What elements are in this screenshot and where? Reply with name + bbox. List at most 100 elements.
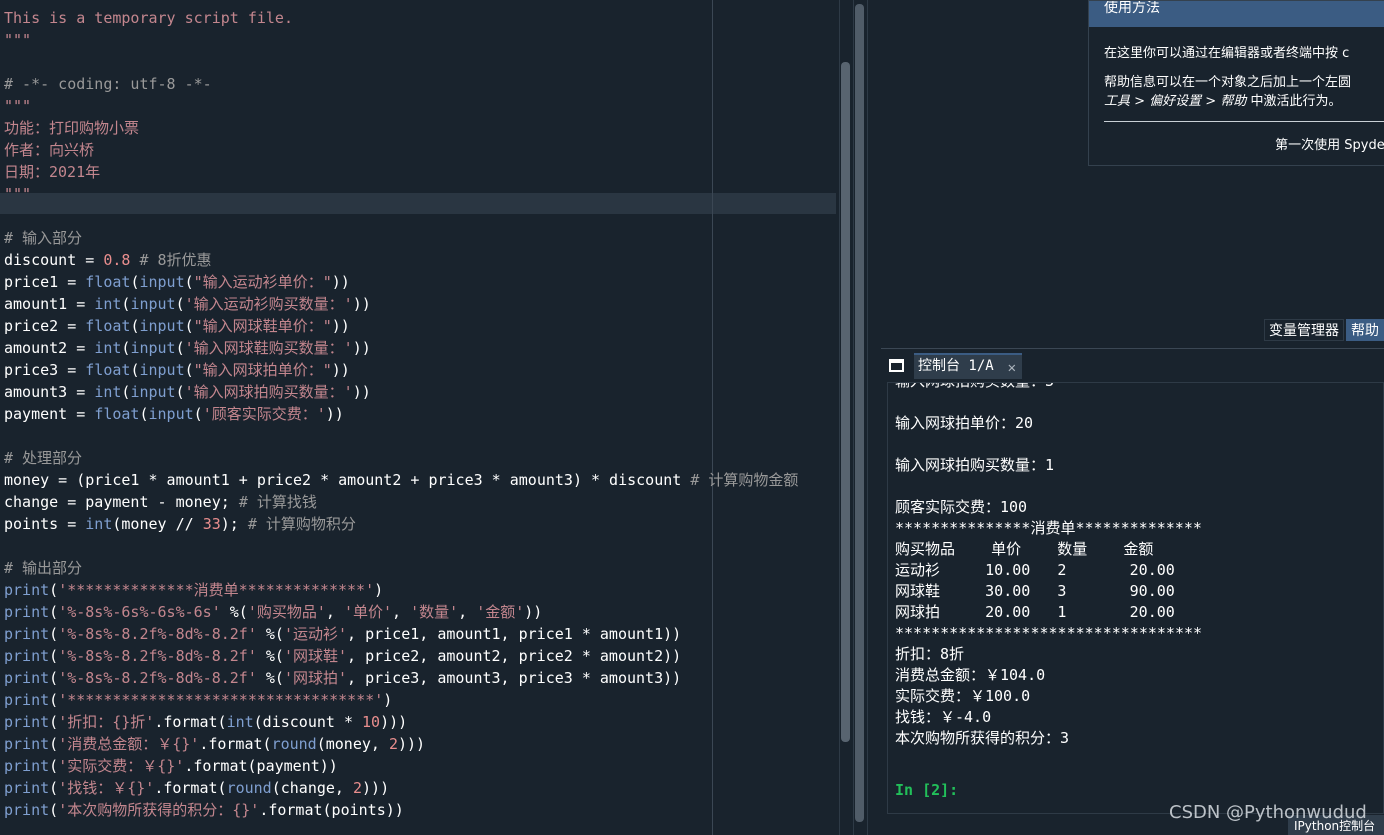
tab-help[interactable]: 帮助: [1346, 319, 1384, 341]
code-token: (: [184, 317, 194, 335]
code-token: float: [85, 361, 131, 379]
code-line: amount1 = int(input('输入运动衫购买数量：')): [4, 293, 798, 315]
code-token: payment =: [4, 405, 95, 423]
code-editor[interactable]: This is a temporary script file. """ # -*…: [0, 0, 838, 835]
code-token: )): [352, 383, 371, 401]
help-preferences-path: 工具 > 偏好设置 > 帮助: [1104, 94, 1247, 109]
console-tabbar: 控制台 1/A ✕: [881, 348, 1384, 380]
code-token: (change,: [271, 779, 353, 797]
code-token: .format(: [154, 713, 227, 731]
code-line: points = int(money // 33); # 计算购物积分: [4, 513, 798, 535]
tab-console-1[interactable]: 控制台 1/A ✕: [914, 353, 1022, 379]
help-pane: 使用方法 在这里你可以通过在编辑器或者终端中按 c 帮助信息可以在一个对象之后加…: [881, 0, 1384, 345]
tab-variable-explorer[interactable]: 变量管理器: [1264, 319, 1344, 341]
code-token: '金额': [476, 603, 525, 621]
code-token: round: [226, 779, 272, 797]
code-line: amount3 = int(input('输入网球拍购买数量：')): [4, 381, 798, 403]
code-token: price3 =: [4, 361, 86, 379]
code-token: int: [226, 713, 254, 731]
code-token: # -*- coding: utf-8 -*-: [4, 75, 212, 93]
code-token: (: [175, 383, 185, 401]
console-line: 购买物品 单价 数量 金额: [895, 540, 1154, 558]
code-token: int: [94, 339, 122, 357]
code-token: "输入网球鞋单价：": [193, 317, 332, 335]
code-line: # 输入部分: [4, 227, 798, 249]
help-line-1: 在这里你可以通过在编辑器或者终端中按 c: [1104, 46, 1350, 61]
console-line: 输入网球拍购买数量：3: [895, 383, 1202, 391]
code-token: '购买物品': [247, 603, 326, 621]
code-token: '本次购物所获得的积分：{}': [58, 801, 260, 819]
code-token: .format(: [199, 735, 272, 753]
help-title: 使用方法: [1089, 1, 1384, 27]
code-token: '%-8s%-8.2f%-8d%-8.2f': [58, 669, 257, 687]
code-line: print('本次购物所获得的积分：{}'.format(points)): [4, 799, 798, 821]
console-line: ***************消费单**************: [895, 519, 1202, 537]
pane-splitter[interactable]: [867, 0, 881, 835]
code-line: print('找钱：￥{}'.format(round(change, 2))): [4, 777, 798, 799]
code-token: (money,: [316, 735, 389, 753]
code-token: input: [130, 383, 176, 401]
code-line: # 输出部分: [4, 557, 798, 579]
code-token: float: [94, 405, 140, 423]
code-token: (: [49, 603, 59, 621]
code-token: %(: [256, 647, 284, 665]
code-token: print: [4, 691, 50, 709]
code-token: 10: [362, 713, 381, 731]
code-token: ))): [380, 713, 408, 731]
code-token: print: [4, 581, 50, 599]
code-token: .format(points)): [259, 801, 404, 819]
first-time-link[interactable]: 第一次使用 Spyder?: [1275, 134, 1384, 153]
editor-outer-scrollbar-thumb[interactable]: [855, 4, 864, 822]
console-options-icon[interactable]: [889, 359, 904, 372]
code-line: change = payment - money; # 计算找钱: [4, 491, 798, 513]
code-token: input: [139, 273, 185, 291]
code-token: int: [94, 295, 122, 313]
code-token: )): [331, 317, 350, 335]
code-token: # 计算找钱: [238, 493, 317, 511]
code-token: '实际交费：￥{}': [58, 757, 185, 775]
code-token: input: [130, 295, 176, 313]
code-line: price3 = float(input("输入网球拍单价：")): [4, 359, 798, 381]
code-token: (: [175, 339, 185, 357]
code-token: print: [4, 603, 50, 621]
close-icon[interactable]: ✕: [1008, 357, 1016, 379]
code-token: (money //: [112, 515, 203, 533]
code-line: price1 = float(input("输入运动衫单价：")): [4, 271, 798, 293]
code-token: "输入运动衫单价：": [193, 273, 332, 291]
code-token: print: [4, 801, 50, 819]
pane-tabs: 变量管理器 帮助: [1262, 319, 1384, 343]
code-token: ,: [325, 603, 344, 621]
console-prompt: In [2]:: [895, 781, 959, 799]
code-token: '单价': [343, 603, 393, 621]
code-token: change = payment - money;: [4, 493, 239, 511]
code-line: print('%-8s%-8.2f%-8d%-8.2f' %('网球拍', pr…: [4, 667, 798, 689]
code-token: )): [524, 603, 543, 621]
code-token: # 8折优惠: [130, 251, 212, 269]
code-token: '数量': [410, 603, 459, 621]
watermark: CSDN @Pythonwudud: [1169, 802, 1367, 823]
code-token: input: [139, 361, 185, 379]
code-line: amount2 = int(input('输入网球鞋购买数量：')): [4, 337, 798, 359]
console-output[interactable]: 输入网球拍购买数量：3 输入网球拍单价：20 输入网球拍购买数量：1 顾客实际交…: [887, 382, 1384, 814]
code-token: print: [4, 757, 50, 775]
code-token: float: [85, 273, 131, 291]
code-token: """: [4, 31, 32, 49]
code-token: (: [139, 405, 149, 423]
console-line: 消费总金额：￥104.0: [895, 666, 1046, 684]
help-line-2-text: 帮助信息可以在一个对象之后加上一个左圆: [1104, 75, 1352, 90]
code-token: price2 =: [4, 317, 86, 335]
code-line: print('折扣：{}折'.format(int(discount * 10)…: [4, 711, 798, 733]
editor-scrollbar-thumb[interactable]: [841, 62, 850, 742]
code-token: '%-8s%-8.2f%-8d%-8.2f': [58, 647, 257, 665]
code-token: # 输入部分: [4, 229, 83, 247]
code-token: points =: [4, 515, 86, 533]
code-line: print('*********************************…: [4, 689, 798, 711]
code-token: )): [352, 295, 371, 313]
console-line: 输入网球拍购买数量：1: [895, 456, 1055, 474]
code-token: (: [49, 625, 59, 643]
code-token: )): [331, 361, 350, 379]
